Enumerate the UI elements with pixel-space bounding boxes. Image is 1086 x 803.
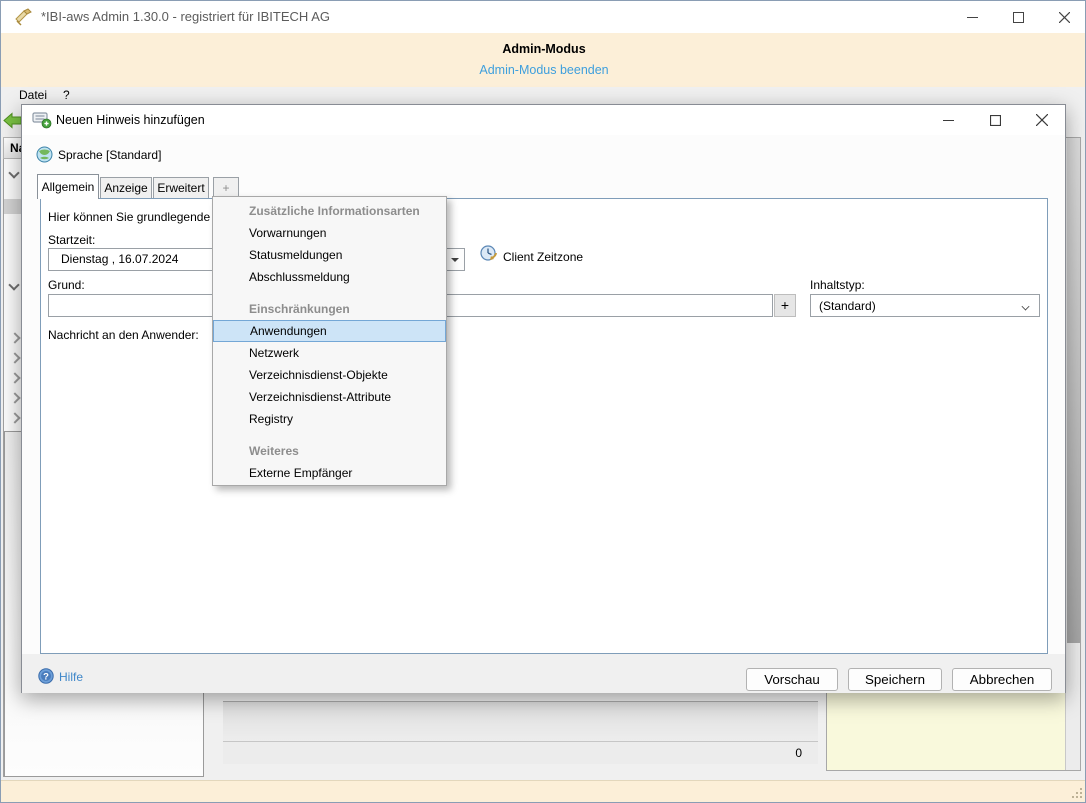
menu-item-externe-empfaenger[interactable]: Externe Empfänger — [213, 462, 446, 484]
item-count: 0 — [223, 741, 818, 764]
dialog-titlebar: Neuen Hinweis hinzufügen — [22, 105, 1065, 135]
dialog-title: Neuen Hinweis hinzufügen — [56, 105, 205, 135]
tree-selected-row[interactable] — [4, 199, 22, 214]
tab-allgemein[interactable]: Allgemein — [37, 174, 99, 199]
main-titlebar: *IBI-aws Admin 1.30.0 - registriert für … — [1, 1, 1086, 33]
menu-item-verzeichnisdienst-attribute[interactable]: Verzeichnisdienst-Attribute — [213, 386, 446, 408]
menu-section-header: Weiteres — [213, 440, 446, 462]
minimize-button[interactable] — [949, 1, 995, 33]
chevron-down-icon — [1022, 303, 1031, 309]
preview-scrollbar[interactable] — [1065, 138, 1080, 770]
menu-item-abschlussmeldung[interactable]: Abschlussmeldung — [213, 266, 446, 288]
dialog-close-button[interactable] — [1019, 105, 1064, 135]
app-icon — [14, 8, 33, 26]
reason-add-button[interactable]: + — [774, 294, 796, 317]
admin-mode-exit-link[interactable]: Admin-Modus beenden — [1, 63, 1086, 77]
status-bar: C:\IBI-aws\Admin\Data.xml — [1, 780, 1086, 803]
menu-item-statusmeldungen[interactable]: Statusmeldungen — [213, 244, 446, 266]
back-arrow-icon[interactable] — [3, 112, 22, 129]
maximize-button[interactable] — [995, 1, 1041, 33]
language-label: Sprache [Standard] — [58, 148, 161, 162]
resize-grip[interactable] — [1071, 788, 1083, 800]
menu-item-netzwerk[interactable]: Netzwerk — [213, 342, 446, 364]
menu-section-header: Einschränkungen — [213, 298, 446, 320]
menu-section-header: Zusätzliche Informationsarten — [213, 200, 446, 222]
dialog-footer: ? Hilfe Vorschau Speichern Abbrechen — [22, 654, 1065, 693]
tab-anzeige[interactable]: Anzeige — [100, 177, 152, 198]
intro-text: Hier können Sie grundlegende Ei — [48, 210, 224, 224]
scrollbar-thumb[interactable] — [1067, 138, 1080, 643]
menu-item-vorwarnungen[interactable]: Vorwarnungen — [213, 222, 446, 244]
help-link[interactable]: Hilfe — [59, 670, 83, 684]
add-tab-popup-menu: Zusätzliche Informationsarten Vorwarnung… — [212, 196, 447, 486]
client-timezone-label: Client Zeitzone — [503, 250, 583, 264]
app-root: *IBI-aws Admin 1.30.0 - registriert für … — [0, 0, 1086, 803]
dialog-minimize-button[interactable] — [926, 105, 971, 135]
admin-mode-banner: Admin-Modus Admin-Modus beenden — [1, 33, 1086, 87]
content-type-label: Inhaltstyp: — [810, 278, 865, 292]
menu-item-verzeichnisdienst-objekte[interactable]: Verzeichnisdienst-Objekte — [213, 364, 446, 386]
client-timezone-icon — [480, 245, 499, 264]
content-type-value: (Standard) — [819, 299, 876, 313]
menu-item-anwendungen[interactable]: Anwendungen — [213, 320, 446, 342]
admin-mode-title: Admin-Modus — [1, 42, 1086, 56]
tab-erweitert[interactable]: Erweitert — [153, 177, 209, 198]
start-time-label: Startzeit: — [48, 233, 95, 247]
add-notice-dialog: Neuen Hinweis hinzufügen Sprache [Standa… — [21, 104, 1066, 693]
menu-item-registry[interactable]: Registry — [213, 408, 446, 430]
tab-add-button[interactable]: + — [213, 177, 239, 198]
reason-label: Grund: — [48, 278, 85, 292]
start-date-value: Dienstag , 16.07.2024 — [61, 252, 178, 266]
message-label: Nachricht an den Anwender: — [48, 328, 199, 342]
save-button[interactable]: Speichern — [848, 668, 942, 691]
help-icon: ? — [38, 668, 54, 684]
cancel-button[interactable]: Abbrechen — [952, 668, 1052, 691]
date-dropdown-button[interactable] — [445, 249, 464, 270]
menu-help[interactable]: ? — [58, 87, 75, 105]
preview-button[interactable]: Vorschau — [746, 668, 838, 691]
close-button[interactable] — [1041, 1, 1086, 33]
globe-icon — [36, 146, 53, 163]
window-title: *IBI-aws Admin 1.30.0 - registriert für … — [41, 1, 330, 33]
menu-datei[interactable]: Datei — [14, 87, 52, 105]
add-notice-icon — [32, 111, 52, 129]
question-glyph: ? — [43, 672, 49, 683]
dialog-maximize-button[interactable] — [973, 105, 1018, 135]
menu-bar: Datei ? — [1, 87, 1086, 105]
content-type-combobox[interactable]: (Standard) — [810, 294, 1040, 317]
